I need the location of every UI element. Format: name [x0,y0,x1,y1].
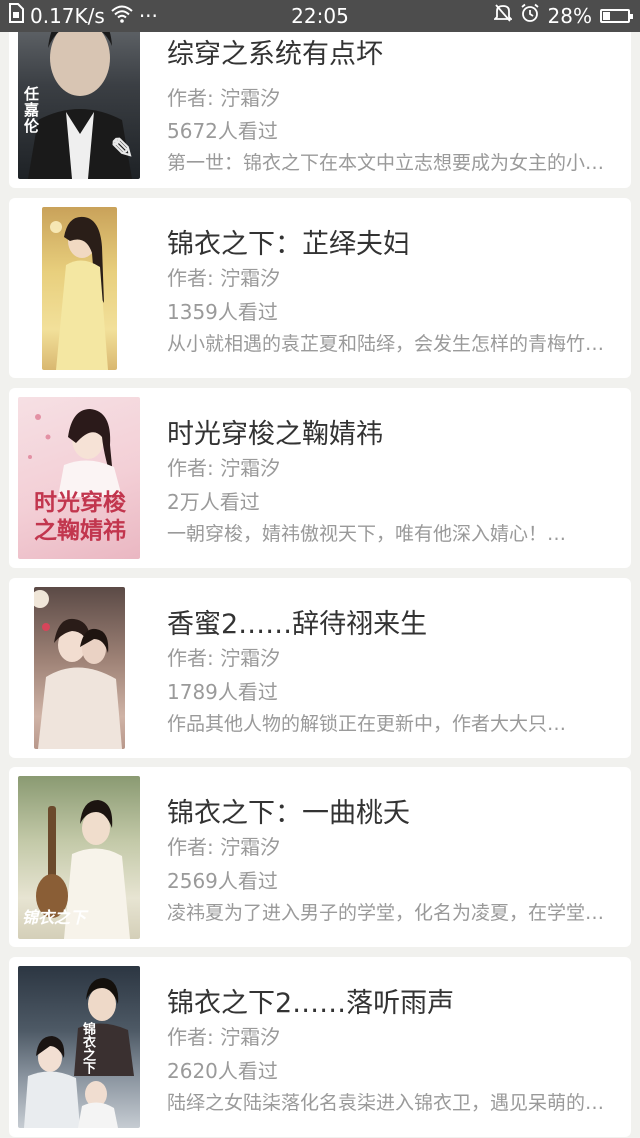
book-views: 2620人看过 [167,1059,278,1083]
book-cover-image [42,207,117,370]
book-views: 2万人看过 [167,490,260,514]
book-cover-image [34,587,125,749]
cover-caption: 任嘉伦 [22,86,40,134]
book-cover-image: 任嘉伦 ✎ [18,8,140,179]
network-speed: 0.17K/s [30,4,105,28]
book-description: 一朝穿梭，婧祎傲视天下，唯有他深入婧心！… [167,523,567,545]
book-description: 陆绎之女陆柒落化名袁柒进入锦衣卫，遇见呆萌的小… [167,1092,612,1114]
book-views: 1359人看过 [167,300,278,324]
book-author: 作者: 泞霜汐 [167,835,281,859]
book-author: 作者: 泞霜汐 [167,86,281,110]
book-cover-image: 时光穿梭之鞠婧祎 [18,397,140,559]
book-card[interactable]: 香蜜2……辞待祤来生 作者: 泞霜汐 1789人看过 作品其他人物的解锁正在更新… [9,578,631,758]
status-bar: 0.17K/s ··· 22:05 28% [0,0,640,32]
book-title[interactable]: 锦衣之下：一曲桃夭 [167,791,410,830]
wifi-icon [111,0,133,32]
clock: 22:05 [291,4,349,28]
book-description: 第一世：锦衣之下在本文中立志想要成为女主的小姐妹… [167,152,612,174]
mute-bell-icon [492,0,513,32]
book-description: 作品其他人物的解锁正在更新中，作者大大只… [167,713,567,735]
book-description: 凌祎夏为了进入男子的学堂，化名为凌夏，在学堂中… [167,902,612,924]
book-card[interactable]: 时光穿梭之鞠婧祎 时光穿梭之鞠婧祎 作者: 泞霜汐 2万人看过 一朝穿梭，婧祎傲… [9,388,631,568]
book-cover-image: 锦衣之下 [18,966,140,1128]
book-author: 作者: 泞霜汐 [167,1025,281,1049]
battery-icon [600,9,633,23]
book-card[interactable]: 锦衣之下 锦衣之下2……落听雨声 作者: 泞霜汐 2620人看过 陆绎之女陆柒落… [9,957,631,1137]
sim-card-icon [8,0,24,32]
book-author: 作者: 泞霜汐 [167,456,281,480]
book-title[interactable]: 锦衣之下2……落听雨声 [167,981,454,1020]
alarm-icon [520,0,540,32]
book-author: 作者: 泞霜汐 [167,646,281,670]
book-views: 5672人看过 [167,119,278,143]
book-views: 2569人看过 [167,869,278,893]
book-card[interactable]: 锦衣之下：芷绎夫妇 作者: 泞霜汐 1359人看过 从小就相遇的袁芷夏和陆绎，会… [9,198,631,378]
cover-title-text: 时光穿梭之鞠婧祎 [34,489,126,544]
more-dots: ··· [138,4,158,28]
battery-percent: 28% [547,4,592,28]
book-views: 1789人看过 [167,680,278,704]
book-card[interactable]: 任嘉伦 ✎ 综穿之系统有点坏 作者: 泞霜汐 5672人看过 第一世：锦衣之下在… [9,8,631,188]
book-card[interactable]: 锦衣之下 锦衣之下：一曲桃夭 作者: 泞霜汐 2569人看过 凌祎夏为了进入男子… [9,767,631,947]
book-title[interactable]: 综穿之系统有点坏 [167,32,383,71]
book-author: 作者: 泞霜汐 [167,266,281,290]
book-description: 从小就相遇的袁芷夏和陆绎，会发生怎样的青梅竹马故事… [167,333,612,355]
cover-title-text: 锦衣之下 [22,908,87,927]
book-title[interactable]: 锦衣之下：芷绎夫妇 [167,222,410,261]
book-title[interactable]: 时光穿梭之鞠婧祎 [167,412,383,451]
cover-title-text: 锦衣之下 [80,1022,95,1074]
book-title[interactable]: 香蜜2……辞待祤来生 [167,602,427,641]
cover-calligraphy: ✎ [110,132,134,165]
book-cover-image: 锦衣之下 [18,776,140,939]
